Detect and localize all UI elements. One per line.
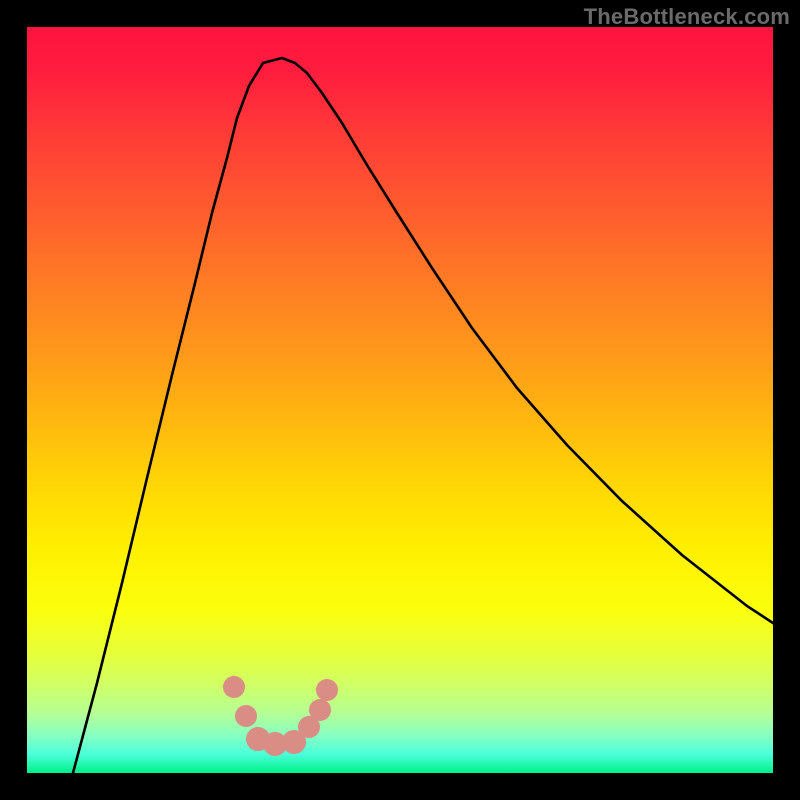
watermark-text: TheBottleneck.com — [584, 4, 790, 30]
bottleneck-curve — [73, 58, 773, 773]
dot-2 — [235, 705, 257, 727]
outer-frame: TheBottleneck.com — [0, 0, 800, 800]
chart-svg — [27, 27, 773, 773]
dot-1 — [223, 676, 245, 698]
marker-group — [223, 676, 338, 756]
plot-area — [27, 27, 773, 773]
dot-8 — [316, 679, 338, 701]
dot-7 — [309, 699, 331, 721]
